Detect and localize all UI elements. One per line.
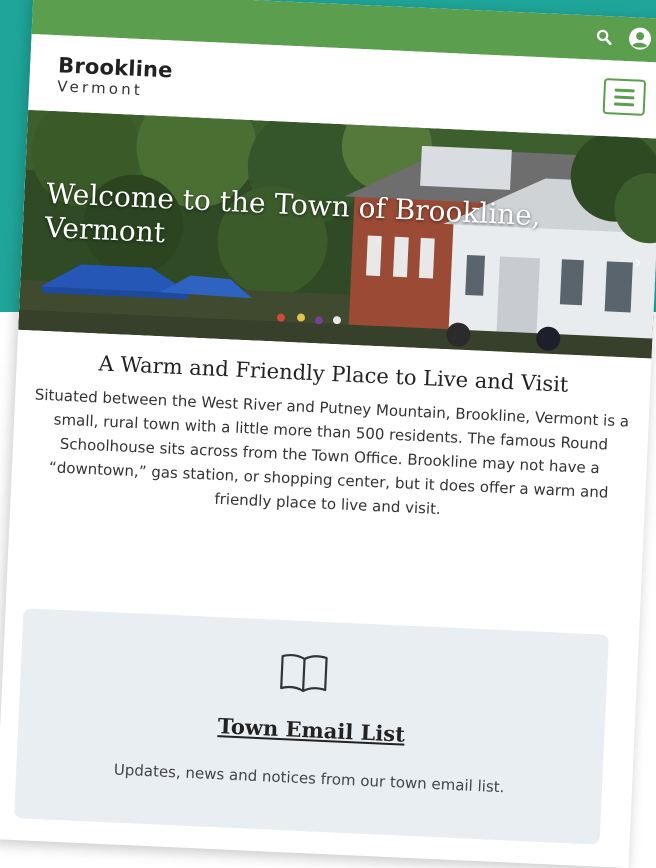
chevron-right-icon[interactable]: › (633, 250, 642, 274)
email-list-card[interactable]: Town Email List Updates, news and notice… (14, 608, 609, 845)
search-icon[interactable] (592, 24, 617, 49)
card-description: Updates, news and notices from our town … (113, 760, 505, 797)
menu-bar (613, 102, 635, 106)
hero-banner: Welcome to the Town of Brookline, Vermon… (18, 109, 656, 359)
intro-body: Situated between the West River and Putn… (34, 385, 630, 519)
menu-bar (614, 88, 635, 92)
menu-bar (614, 95, 635, 99)
book-open-icon (278, 650, 330, 701)
phone-screen: Brookline Vermont Welcome to the Town of… (0, 0, 656, 868)
hamburger-menu-button[interactable] (602, 78, 647, 116)
site-logo-subname[interactable]: Vermont (57, 77, 144, 99)
town-email-list-link[interactable]: Town Email List (18, 704, 605, 756)
intro-section: A Warm and Friendly Place to Live and Vi… (10, 330, 651, 531)
user-circle-icon[interactable] (627, 26, 652, 51)
